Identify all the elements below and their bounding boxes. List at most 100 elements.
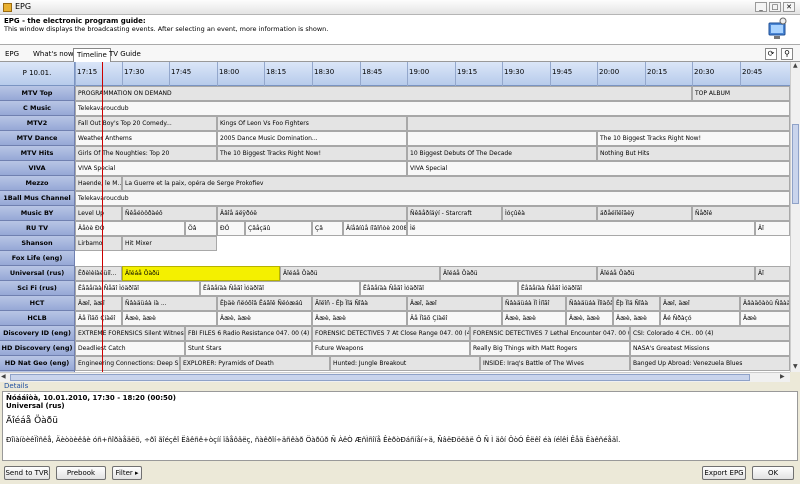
horizontal-scrollbar[interactable]: ◀ ▶ bbox=[0, 372, 790, 382]
program-cell[interactable]: Äîéáå Öàðü bbox=[440, 266, 597, 281]
program-cell[interactable]: Nothing But Hits bbox=[597, 146, 790, 161]
close-button[interactable]: ✕ bbox=[783, 2, 795, 12]
channel-name[interactable]: MTV Top bbox=[0, 86, 75, 101]
channel-name[interactable]: HD Discovery (eng) bbox=[0, 341, 75, 356]
program-cell[interactable]: Fall Out Boy's Top 20 Comedy... bbox=[75, 116, 217, 131]
binoculars-icon[interactable]: ⚲ bbox=[781, 48, 793, 60]
program-cell[interactable]: Ñâàäüáà Ïî Ìíîãî bbox=[502, 296, 566, 311]
program-cell[interactable]: 10 Biggest Debuts Of The Decade bbox=[407, 146, 597, 161]
program-cell[interactable]: Ñâàäüáà Ïîìàõàëè - Ëáîê... bbox=[566, 296, 613, 311]
program-cell[interactable]: Äîéáå Öàðü bbox=[122, 266, 280, 281]
program-cell[interactable]: Ñåðîé bbox=[692, 206, 790, 221]
program-cell[interactable]: Ëþäè ñëóõîâ Ëáãîê Ñëóæáû bbox=[217, 296, 312, 311]
channel-name[interactable]: Music BY bbox=[0, 206, 75, 221]
program-cell[interactable]: Banged Up Abroad: Venezuela Blues bbox=[630, 356, 790, 371]
program-cell[interactable]: äðåéìîëîãèÿ bbox=[597, 206, 692, 221]
program-cell[interactable]: Äæè, äæè bbox=[122, 311, 217, 326]
program-cell[interactable]: Girls Of The Noughties: Top 20 bbox=[75, 146, 217, 161]
program-cell[interactable]: Ëåãåíäà Ñåãî Ìóäðîãî bbox=[518, 281, 790, 296]
program-cell[interactable]: Engineering Connections: Deep Sp... bbox=[75, 356, 180, 371]
program-cell[interactable]: INSIDE: Iraq's Battle of The Wives bbox=[480, 356, 630, 371]
send-to-tvr-button[interactable]: Send to TVR bbox=[4, 466, 50, 480]
tab-whats-now[interactable]: What's now bbox=[30, 48, 77, 62]
program-cell[interactable] bbox=[407, 116, 790, 131]
ok-button[interactable]: OK bbox=[752, 466, 794, 480]
program-cell[interactable]: CSI: Colorado 4 CH.. 00 (4) bbox=[630, 326, 790, 341]
program-cell[interactable]: Hit Mixer bbox=[122, 236, 217, 251]
program-cell[interactable]: Äåòè ÐÓ bbox=[75, 221, 185, 236]
program-cell[interactable]: EXPLORER: Pyramids of Death bbox=[180, 356, 330, 371]
program-cell[interactable]: Ãîëîñ - Ëþ Ïîä Ñîâà bbox=[312, 296, 407, 311]
program-cell[interactable]: Äæè, äæè bbox=[613, 311, 660, 326]
program-cell[interactable]: EXTREME FORENSICS Silent Witness... bbox=[75, 326, 185, 341]
scroll-left-arrow-icon[interactable]: ◀ bbox=[1, 373, 6, 381]
program-cell[interactable]: Future Weapons bbox=[312, 341, 470, 356]
channel-name[interactable]: RU TV bbox=[0, 221, 75, 236]
horizontal-scroll-thumb[interactable] bbox=[10, 374, 750, 381]
channel-name[interactable]: Universal (rus) bbox=[0, 266, 75, 281]
program-cell[interactable]: VIVA Special bbox=[407, 161, 790, 176]
program-cell[interactable]: PROGRAMMATION ON DEMAND bbox=[75, 86, 692, 101]
program-cell[interactable]: FORENSIC DETECTIVES 7 At Close Range 047… bbox=[312, 326, 470, 341]
program-cell[interactable]: Äæè bbox=[740, 311, 790, 326]
program-cell[interactable]: Really Big Things with Matt Rogers bbox=[470, 341, 630, 356]
program-cell[interactable]: Äæî, äæî bbox=[660, 296, 740, 311]
program-cell[interactable]: TOP ALBUM bbox=[692, 86, 790, 101]
program-cell[interactable]: Deadliest Catch bbox=[75, 341, 185, 356]
program-cell[interactable]: Ëåãåíäà Ñåãî Ìóäðîãî bbox=[200, 281, 360, 296]
program-cell[interactable]: Telekavaroucdub bbox=[75, 191, 790, 206]
program-cell[interactable]: Äæè, äæè bbox=[217, 311, 312, 326]
program-cell[interactable]: FBI FILES 6 Radio Resistance 047. 00 (4) bbox=[185, 326, 312, 341]
channel-name[interactable]: 1Ball Mus Channel bbox=[0, 191, 75, 206]
program-cell[interactable]: Äæî, äæî bbox=[407, 296, 502, 311]
program-cell[interactable]: Stunt Stars bbox=[185, 341, 312, 356]
program-cell[interactable]: Äî bbox=[755, 221, 790, 236]
program-cell[interactable] bbox=[407, 131, 597, 146]
program-cell[interactable]: Level Up bbox=[75, 206, 122, 221]
program-cell[interactable]: La Guerre et la paix, opéra de Serge Pro… bbox=[122, 176, 790, 191]
scroll-right-arrow-icon[interactable]: ▶ bbox=[780, 373, 785, 381]
channel-name[interactable]: Sci Fi (rus) bbox=[0, 281, 75, 296]
program-cell[interactable]: Âå Ïîäõ Çíàëî bbox=[407, 311, 502, 326]
program-cell[interactable]: Äæè, äæè bbox=[502, 311, 566, 326]
filter-button[interactable]: Filter ▸ bbox=[112, 466, 142, 480]
program-cell[interactable]: Âå Ïîäõ Çíàëî bbox=[75, 311, 122, 326]
program-cell[interactable]: Kings Of Leon Vs Foo Fighters bbox=[217, 116, 407, 131]
program-cell[interactable]: VIVA Special bbox=[75, 161, 407, 176]
program-cell[interactable]: Äæè, äæè bbox=[312, 311, 407, 326]
program-cell[interactable]: Ñêâåðíäýí - Starcraft bbox=[407, 206, 502, 221]
program-cell[interactable]: The 10 Biggest Tracks Right Now! bbox=[597, 131, 790, 146]
channel-name[interactable]: Discovery ID (eng) bbox=[0, 326, 75, 341]
vertical-scroll-thumb[interactable] bbox=[792, 124, 799, 204]
program-cell[interactable]: Ëþ Ïîä Ñîâà bbox=[613, 296, 660, 311]
program-cell[interactable]: Öâ bbox=[185, 221, 217, 236]
program-cell[interactable]: Äîéáå Öàðü bbox=[280, 266, 440, 281]
prebook-button[interactable]: Prebook bbox=[56, 466, 106, 480]
scroll-down-arrow-icon[interactable]: ▼ bbox=[793, 363, 798, 371]
vertical-scrollbar[interactable]: ▲ ▼ bbox=[790, 62, 800, 372]
channel-name[interactable]: C Music bbox=[0, 101, 75, 116]
program-cell[interactable]: Äíåâíûå íîâîñòè 2008 bbox=[343, 221, 407, 236]
channel-name[interactable]: НСТ bbox=[0, 296, 75, 311]
tab-tv-guide[interactable]: TV Guide bbox=[106, 48, 144, 62]
program-cell[interactable]: Åé Ñðàçó bbox=[660, 311, 740, 326]
program-cell[interactable]: Ñâàäüáà íà ... bbox=[122, 296, 217, 311]
program-cell[interactable]: Çâåçäû bbox=[245, 221, 312, 236]
program-cell[interactable]: Äâàäöàòü Ñâàäåá bbox=[740, 296, 790, 311]
program-cell[interactable]: Lirbamo bbox=[75, 236, 122, 251]
program-cell[interactable]: Êðèìèíàëüíî... bbox=[75, 266, 122, 281]
program-cell[interactable]: FORENSIC DETECTIVES 7 Lethal Encounter 0… bbox=[470, 326, 630, 341]
program-cell[interactable]: Äæè, äæè bbox=[566, 311, 613, 326]
program-cell[interactable]: Äæî, äæî bbox=[75, 296, 122, 311]
minimize-button[interactable]: _ bbox=[755, 2, 767, 12]
program-cell[interactable]: NASA's Greatest Missions bbox=[630, 341, 790, 356]
channel-name[interactable]: Fox Life (eng) bbox=[0, 251, 75, 266]
tab-epg[interactable]: EPG bbox=[2, 48, 22, 62]
program-cell[interactable]: Ëåãåíäà Ñåãî Ìóäðîãî bbox=[360, 281, 518, 296]
maximize-button[interactable]: □ bbox=[769, 2, 781, 12]
channel-name[interactable]: VIVA bbox=[0, 161, 75, 176]
program-cell[interactable]: The 10 Biggest Tracks Right Now! bbox=[217, 146, 407, 161]
program-cell[interactable]: Çâ bbox=[312, 221, 343, 236]
program-cell[interactable]: Äâîå äëÿðóë bbox=[217, 206, 407, 221]
program-cell[interactable]: Ìóçûêà bbox=[502, 206, 597, 221]
